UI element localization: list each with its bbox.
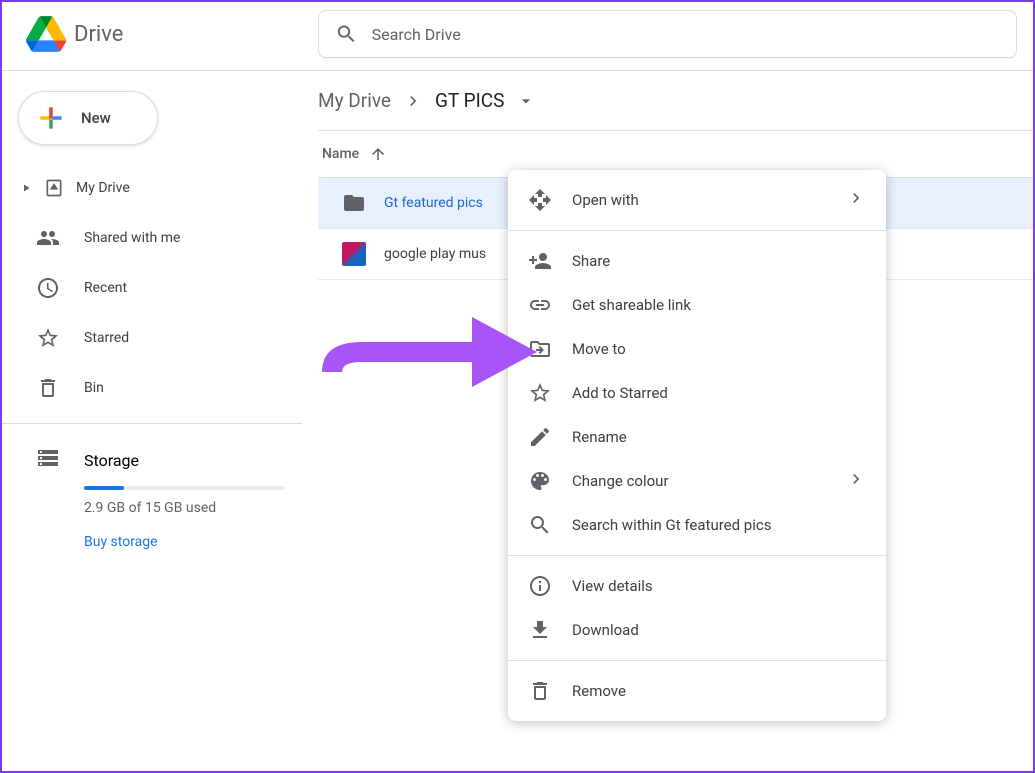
menu-item-label: Move to — [572, 340, 626, 358]
search-icon — [528, 513, 552, 537]
sidebar-item-label: Shared with me — [84, 230, 180, 246]
storage-icon — [36, 446, 60, 474]
row-name: google play mus — [384, 246, 486, 262]
menu-change-colour[interactable]: Change colour — [508, 459, 886, 503]
menu-item-label: Get shareable link — [572, 296, 691, 314]
menu-share[interactable]: Share — [508, 239, 886, 283]
menu-remove[interactable]: Remove — [508, 669, 886, 713]
rename-icon — [528, 425, 552, 449]
menu-rename[interactable]: Rename — [508, 415, 886, 459]
sidebar-item-storage[interactable]: Storage — [36, 446, 278, 486]
header: Drive — [2, 2, 1033, 66]
menu-separator — [508, 230, 886, 231]
buy-storage-link[interactable]: Buy storage — [84, 534, 278, 550]
menu-separator — [508, 660, 886, 661]
download-icon — [528, 618, 552, 642]
person-add-icon — [528, 249, 552, 273]
move-icon — [528, 337, 552, 361]
menu-item-label: Remove — [572, 682, 626, 700]
star-icon — [528, 381, 552, 405]
sidebar-item-bin[interactable]: Bin — [2, 363, 302, 413]
menu-add-starred[interactable]: Add to Starred — [508, 371, 886, 415]
search-icon — [335, 22, 358, 46]
menu-view-details[interactable]: View details — [508, 564, 886, 608]
breadcrumb: My Drive GT PICS — [318, 85, 1033, 130]
app-title: Drive — [74, 22, 123, 47]
open-with-icon — [528, 188, 552, 212]
sidebar-item-label: Recent — [84, 280, 127, 296]
chevron-right-icon — [846, 188, 866, 212]
bin-icon — [36, 376, 60, 400]
menu-item-label: Change colour — [572, 472, 669, 490]
sidebar-item-label: Starred — [84, 330, 129, 346]
breadcrumb-current[interactable]: GT PICS — [435, 89, 504, 112]
menu-item-label: Download — [572, 621, 639, 639]
drive-icon — [42, 176, 66, 200]
sidebar-item-my-drive[interactable]: My Drive — [2, 163, 302, 213]
context-menu: Open with Share Get shareable link Move … — [508, 170, 886, 721]
row-name: Gt featured pics — [384, 195, 483, 211]
chevron-right-icon — [403, 91, 423, 111]
chevron-right-icon — [846, 469, 866, 493]
storage-bar-fill — [84, 486, 124, 490]
menu-item-label: Rename — [572, 428, 627, 446]
search-input[interactable] — [372, 25, 1000, 44]
expand-icon — [20, 182, 32, 194]
menu-open-with[interactable]: Open with — [508, 178, 886, 222]
sidebar-item-shared[interactable]: Shared with me — [2, 213, 302, 263]
menu-item-label: Share — [572, 252, 610, 270]
palette-icon — [528, 469, 552, 493]
recent-icon — [36, 276, 60, 300]
star-icon — [36, 326, 60, 350]
logo-section[interactable]: Drive — [18, 14, 318, 54]
sidebar-item-label: My Drive — [76, 180, 130, 196]
menu-item-label: Open with — [572, 191, 639, 209]
sidebar-item-starred[interactable]: Starred — [2, 313, 302, 363]
breadcrumb-root[interactable]: My Drive — [318, 89, 391, 112]
folder-icon — [342, 191, 366, 215]
sidebar-item-recent[interactable]: Recent — [2, 263, 302, 313]
dropdown-icon[interactable] — [516, 91, 536, 111]
menu-item-label: Search within Gt featured pics — [572, 516, 771, 534]
menu-item-label: View details — [572, 577, 653, 595]
menu-move-to[interactable]: Move to — [508, 327, 886, 371]
trash-icon — [528, 679, 552, 703]
plus-icon — [35, 102, 67, 134]
sort-arrow-icon[interactable] — [369, 145, 387, 163]
menu-separator — [508, 555, 886, 556]
new-button-label: New — [81, 109, 111, 127]
menu-download[interactable]: Download — [508, 608, 886, 652]
link-icon — [528, 293, 552, 317]
menu-get-link[interactable]: Get shareable link — [508, 283, 886, 327]
sidebar-item-label: Bin — [84, 380, 104, 396]
storage-used-text: 2.9 GB of 15 GB used — [84, 500, 278, 534]
shared-icon — [36, 226, 60, 250]
storage-bar — [84, 486, 284, 490]
storage-label: Storage — [84, 451, 139, 470]
image-thumbnail — [342, 242, 366, 266]
sidebar: New My Drive Shared with me Recent Starr… — [2, 71, 302, 550]
new-button[interactable]: New — [18, 91, 158, 145]
menu-item-label: Add to Starred — [572, 384, 668, 402]
menu-search-within[interactable]: Search within Gt featured pics — [508, 503, 886, 547]
info-icon — [528, 574, 552, 598]
drive-logo-icon — [26, 14, 66, 54]
column-name: Name — [322, 146, 359, 162]
search-bar[interactable] — [318, 10, 1017, 58]
storage-section: Storage 2.9 GB of 15 GB used Buy storage — [2, 434, 302, 550]
sidebar-divider — [2, 423, 302, 424]
